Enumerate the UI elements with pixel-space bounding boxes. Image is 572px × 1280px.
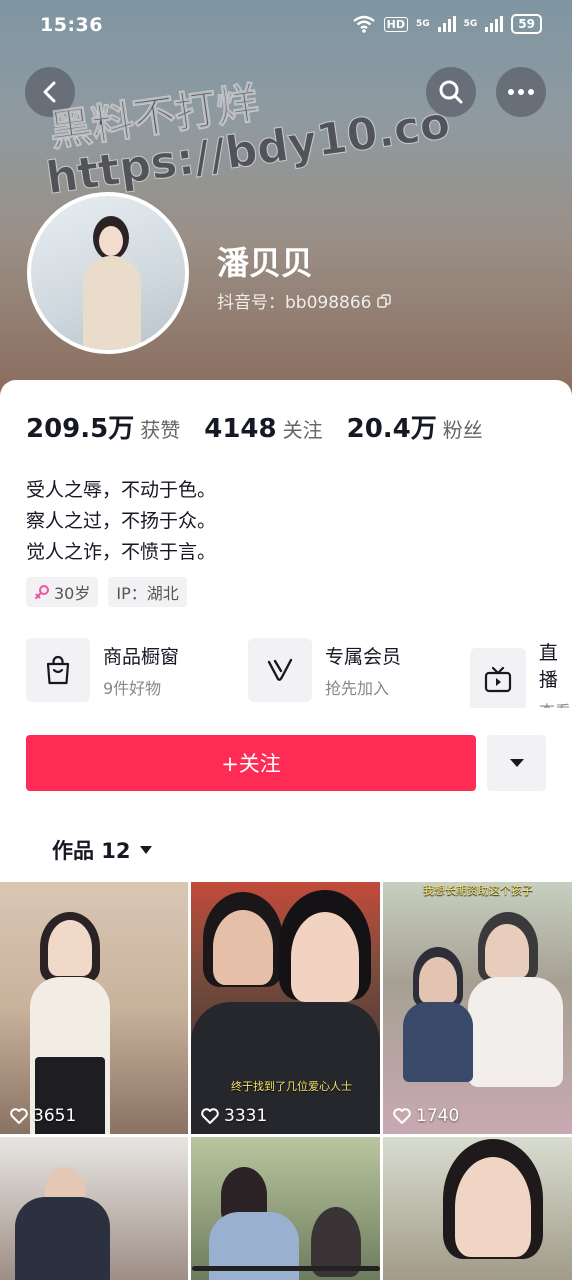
profile-name: 潘贝贝: [217, 244, 314, 282]
stat-likes-label: 获赞: [140, 418, 181, 442]
service-live-subtitle: 查看: [539, 698, 572, 708]
service-membership[interactable]: 专属会员 抢先加入: [248, 638, 401, 702]
video-caption-2: 终于找到了几位爱心人士: [231, 1080, 352, 1093]
video-likes-2-count: 3331: [224, 1106, 268, 1126]
service-live-icon-box: [470, 648, 526, 708]
signal-icon-1: [437, 16, 456, 32]
video-likes-2: 3331: [201, 1106, 267, 1126]
bio-line-1: 受人之辱，不动于色。: [26, 479, 217, 501]
triangle-down-icon: [139, 846, 152, 854]
profile-banner: 15:36 HD 5G 5G 59 黑料不打烊 https://bdy10.co…: [0, 0, 572, 400]
video-thumbnail-2[interactable]: 终于找到了几位爱心人士 3331: [191, 882, 380, 1134]
service-storefront-title: 商品橱窗: [103, 645, 180, 668]
video-likes-1: 3651: [10, 1106, 76, 1126]
services-row: 商品橱窗 9件好物 专属会员 抢先加入 直播: [26, 638, 572, 708]
signal-5g-label-1: 5G: [415, 19, 430, 29]
video-likes-1-count: 3651: [33, 1106, 77, 1126]
stat-followers[interactable]: 20.4万 粉丝: [347, 408, 483, 445]
service-storefront[interactable]: 商品橱窗 9件好物: [26, 638, 179, 702]
heart-icon: [393, 1108, 411, 1124]
video-grid: 3651 终于找到了几位爱心人士 3331 我想长期资助这个孩子 1740: [0, 882, 572, 1280]
stat-following-label: 关注: [282, 418, 323, 442]
video-thumbnail-1[interactable]: 3651: [0, 882, 188, 1134]
signal-5g-label-2: 5G: [463, 19, 478, 29]
heart-icon: [10, 1108, 28, 1124]
profile-tags: 30岁 IP：湖北: [26, 577, 187, 607]
video-likes-3: 1740: [393, 1106, 459, 1126]
service-live[interactable]: 直播 查看: [470, 638, 572, 708]
stat-followers-label: 粉丝: [442, 418, 483, 442]
shopping-bag-icon: [46, 655, 70, 685]
service-storefront-icon-box: [26, 638, 90, 702]
video-thumbnail-3[interactable]: 我想长期资助这个孩子 1740: [383, 882, 572, 1134]
stat-likes-value: 209.5万: [26, 414, 135, 444]
stat-following-value: 4148: [204, 414, 277, 444]
female-gender-icon: [35, 585, 49, 599]
avatar[interactable]: [27, 192, 189, 354]
more-button[interactable]: [496, 67, 546, 117]
heart-icon: [201, 1108, 219, 1124]
video-likes-3-count: 1740: [416, 1106, 460, 1126]
home-indicator[interactable]: [192, 1266, 380, 1271]
video-thumbnail-5[interactable]: [191, 1137, 380, 1280]
service-storefront-subtitle: 9件好物: [103, 678, 162, 698]
service-live-title: 直播: [538, 642, 558, 691]
stat-likes[interactable]: 209.5万 获赞: [26, 408, 180, 445]
tv-icon: [484, 667, 512, 693]
ip-text: IP：湖北: [116, 584, 179, 603]
stats-row: 209.5万 获赞 4148 关注 20.4万 粉丝: [26, 408, 507, 445]
battery-indicator: 59: [511, 14, 542, 34]
stat-following[interactable]: 4148 关注: [204, 414, 322, 444]
douyin-id-text: 抖音号：bb098866: [217, 293, 372, 313]
signal-icon-2: [485, 16, 504, 32]
bio-line-2: 察人之过，不扬于众。: [26, 510, 217, 532]
recommend-dropdown-button[interactable]: [487, 735, 546, 791]
ip-tag: IP：湖北: [108, 577, 187, 607]
bio: 受人之辱，不动于色。 察人之过，不扬于众。 觉人之诈，不愤于言。: [26, 475, 216, 568]
copy-icon[interactable]: [377, 293, 392, 308]
age-tag: 30岁: [26, 577, 99, 607]
video-thumbnail-6[interactable]: [383, 1137, 572, 1280]
tab-works-label: 作品 12: [52, 839, 131, 863]
status-time: 15:36: [40, 14, 103, 36]
member-v-icon: [267, 658, 293, 681]
more-icon: [508, 89, 534, 95]
service-membership-subtitle: 抢先加入: [325, 678, 390, 698]
bio-line-3: 觉人之诈，不愤于言。: [26, 541, 217, 563]
service-membership-icon-box: [248, 638, 312, 702]
tab-works[interactable]: 作品 12: [52, 835, 153, 865]
douyin-id[interactable]: 抖音号：bb098866: [217, 288, 392, 313]
video-caption-3: 我想长期资助这个孩子: [423, 884, 533, 897]
stat-followers-value: 20.4万: [346, 414, 437, 444]
service-membership-title: 专属会员: [325, 645, 402, 668]
triangle-down-icon: [509, 759, 524, 767]
follow-button[interactable]: +关注: [26, 735, 476, 791]
video-thumbnail-4[interactable]: [0, 1137, 188, 1280]
age-text: 30岁: [54, 584, 91, 603]
